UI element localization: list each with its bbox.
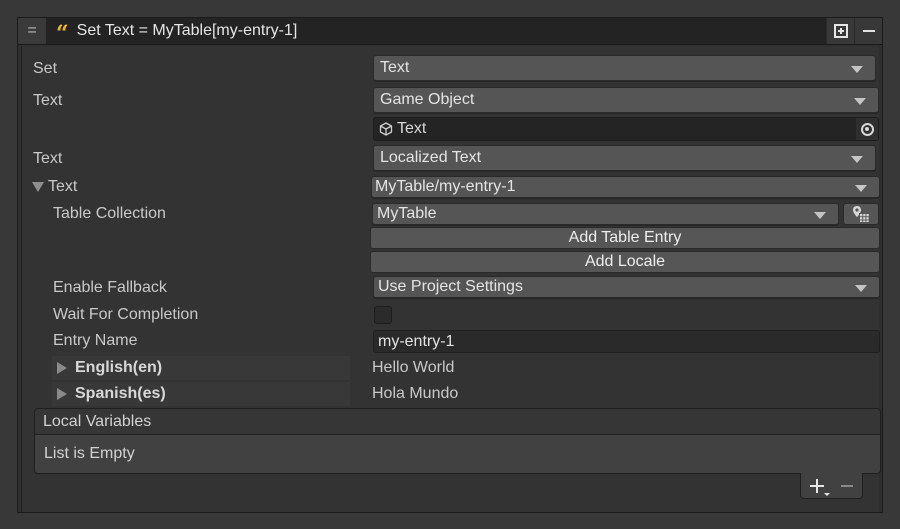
plus-box-icon (833, 24, 848, 38)
table-collection-label: Table Collection (53, 205, 166, 222)
remove-icon[interactable] (841, 484, 854, 487)
set-dropdown-value: Text (380, 59, 410, 76)
localization-tables-icon (853, 206, 869, 222)
list-empty-text: List is Empty (35, 435, 880, 473)
minus-icon (862, 30, 875, 32)
chevron-down-icon (854, 98, 866, 105)
text-foldout-label: Text (48, 178, 78, 195)
locale-value-spanish: Hola Mundo (372, 385, 459, 402)
chevron-down-icon (855, 285, 867, 292)
add-dropdown-icon[interactable] (809, 478, 830, 496)
hamburger-icon[interactable]: = (18, 18, 46, 44)
entry-name-input[interactable]: my-entry-1 (373, 330, 880, 353)
local-variables-list: Local Variables List is Empty (34, 408, 881, 474)
text-source-value: Game Object (380, 91, 475, 108)
text-type-dropdown[interactable]: Localized Text (373, 145, 876, 171)
locale-value-english: Hello World (372, 359, 455, 376)
text-type-value: Localized Text (380, 149, 482, 166)
chevron-down-icon (851, 66, 863, 73)
localized-string-dropdown[interactable]: MyTable/my-entry-1 (371, 176, 880, 198)
foldout-collapsed-icon (57, 362, 67, 374)
list-footer-controls (800, 473, 863, 499)
text-type-label: Text (33, 150, 63, 167)
object-picker-icon (860, 122, 874, 136)
locale-name: Spanish(es) (75, 385, 166, 402)
localized-string-value: MyTable/my-entry-1 (375, 178, 516, 195)
collapse-button[interactable] (854, 18, 882, 44)
quote-icon: “ (56, 21, 67, 41)
panel-header[interactable]: = “ Set Text = MyTable[my-entry-1] (18, 18, 882, 45)
chevron-down-icon (855, 185, 867, 192)
locale-name: English(en) (75, 359, 163, 376)
set-text-panel: = “ Set Text = MyTable[my-entry-1] Set T… (17, 17, 883, 513)
set-label: Set (33, 60, 58, 77)
expand-button[interactable] (826, 18, 854, 44)
set-dropdown[interactable]: Text (373, 55, 876, 81)
locale-foldout-spanish[interactable]: Spanish(es) (52, 382, 350, 406)
text-source-label: Text (33, 92, 63, 109)
wait-for-completion-label: Wait For Completion (53, 306, 199, 323)
local-variables-header: Local Variables (35, 409, 880, 435)
enable-fallback-label: Enable Fallback (53, 279, 167, 296)
text-source-dropdown[interactable]: Game Object (373, 87, 879, 113)
enable-fallback-value: Use Project Settings (378, 278, 523, 295)
cube-icon (379, 122, 393, 136)
object-field-value: Text (397, 120, 427, 137)
foldout-collapsed-icon (57, 388, 67, 400)
foldout-expanded-icon (32, 181, 44, 192)
add-locale-button[interactable]: Add Locale (370, 251, 880, 273)
chevron-down-icon (814, 212, 826, 219)
open-tables-window-button[interactable] (843, 203, 879, 225)
object-picker-button[interactable] (856, 118, 878, 140)
locale-foldout-english[interactable]: English(en) (52, 356, 350, 380)
add-table-entry-button[interactable]: Add Table Entry (370, 227, 880, 249)
chevron-down-icon (851, 156, 863, 163)
panel-title: Set Text = MyTable[my-entry-1] (76, 22, 298, 39)
table-collection-dropdown[interactable]: MyTable (372, 203, 839, 225)
enable-fallback-dropdown[interactable]: Use Project Settings (373, 276, 880, 298)
table-collection-value: MyTable (377, 205, 437, 222)
wait-for-completion-checkbox[interactable] (374, 306, 392, 324)
inspector-body: Set Text Text Game Object Text Text Loca… (21, 46, 881, 512)
entry-name-label: Entry Name (53, 332, 138, 349)
text-object-field[interactable]: Text (373, 117, 879, 141)
text-foldout[interactable]: Text (32, 178, 77, 196)
